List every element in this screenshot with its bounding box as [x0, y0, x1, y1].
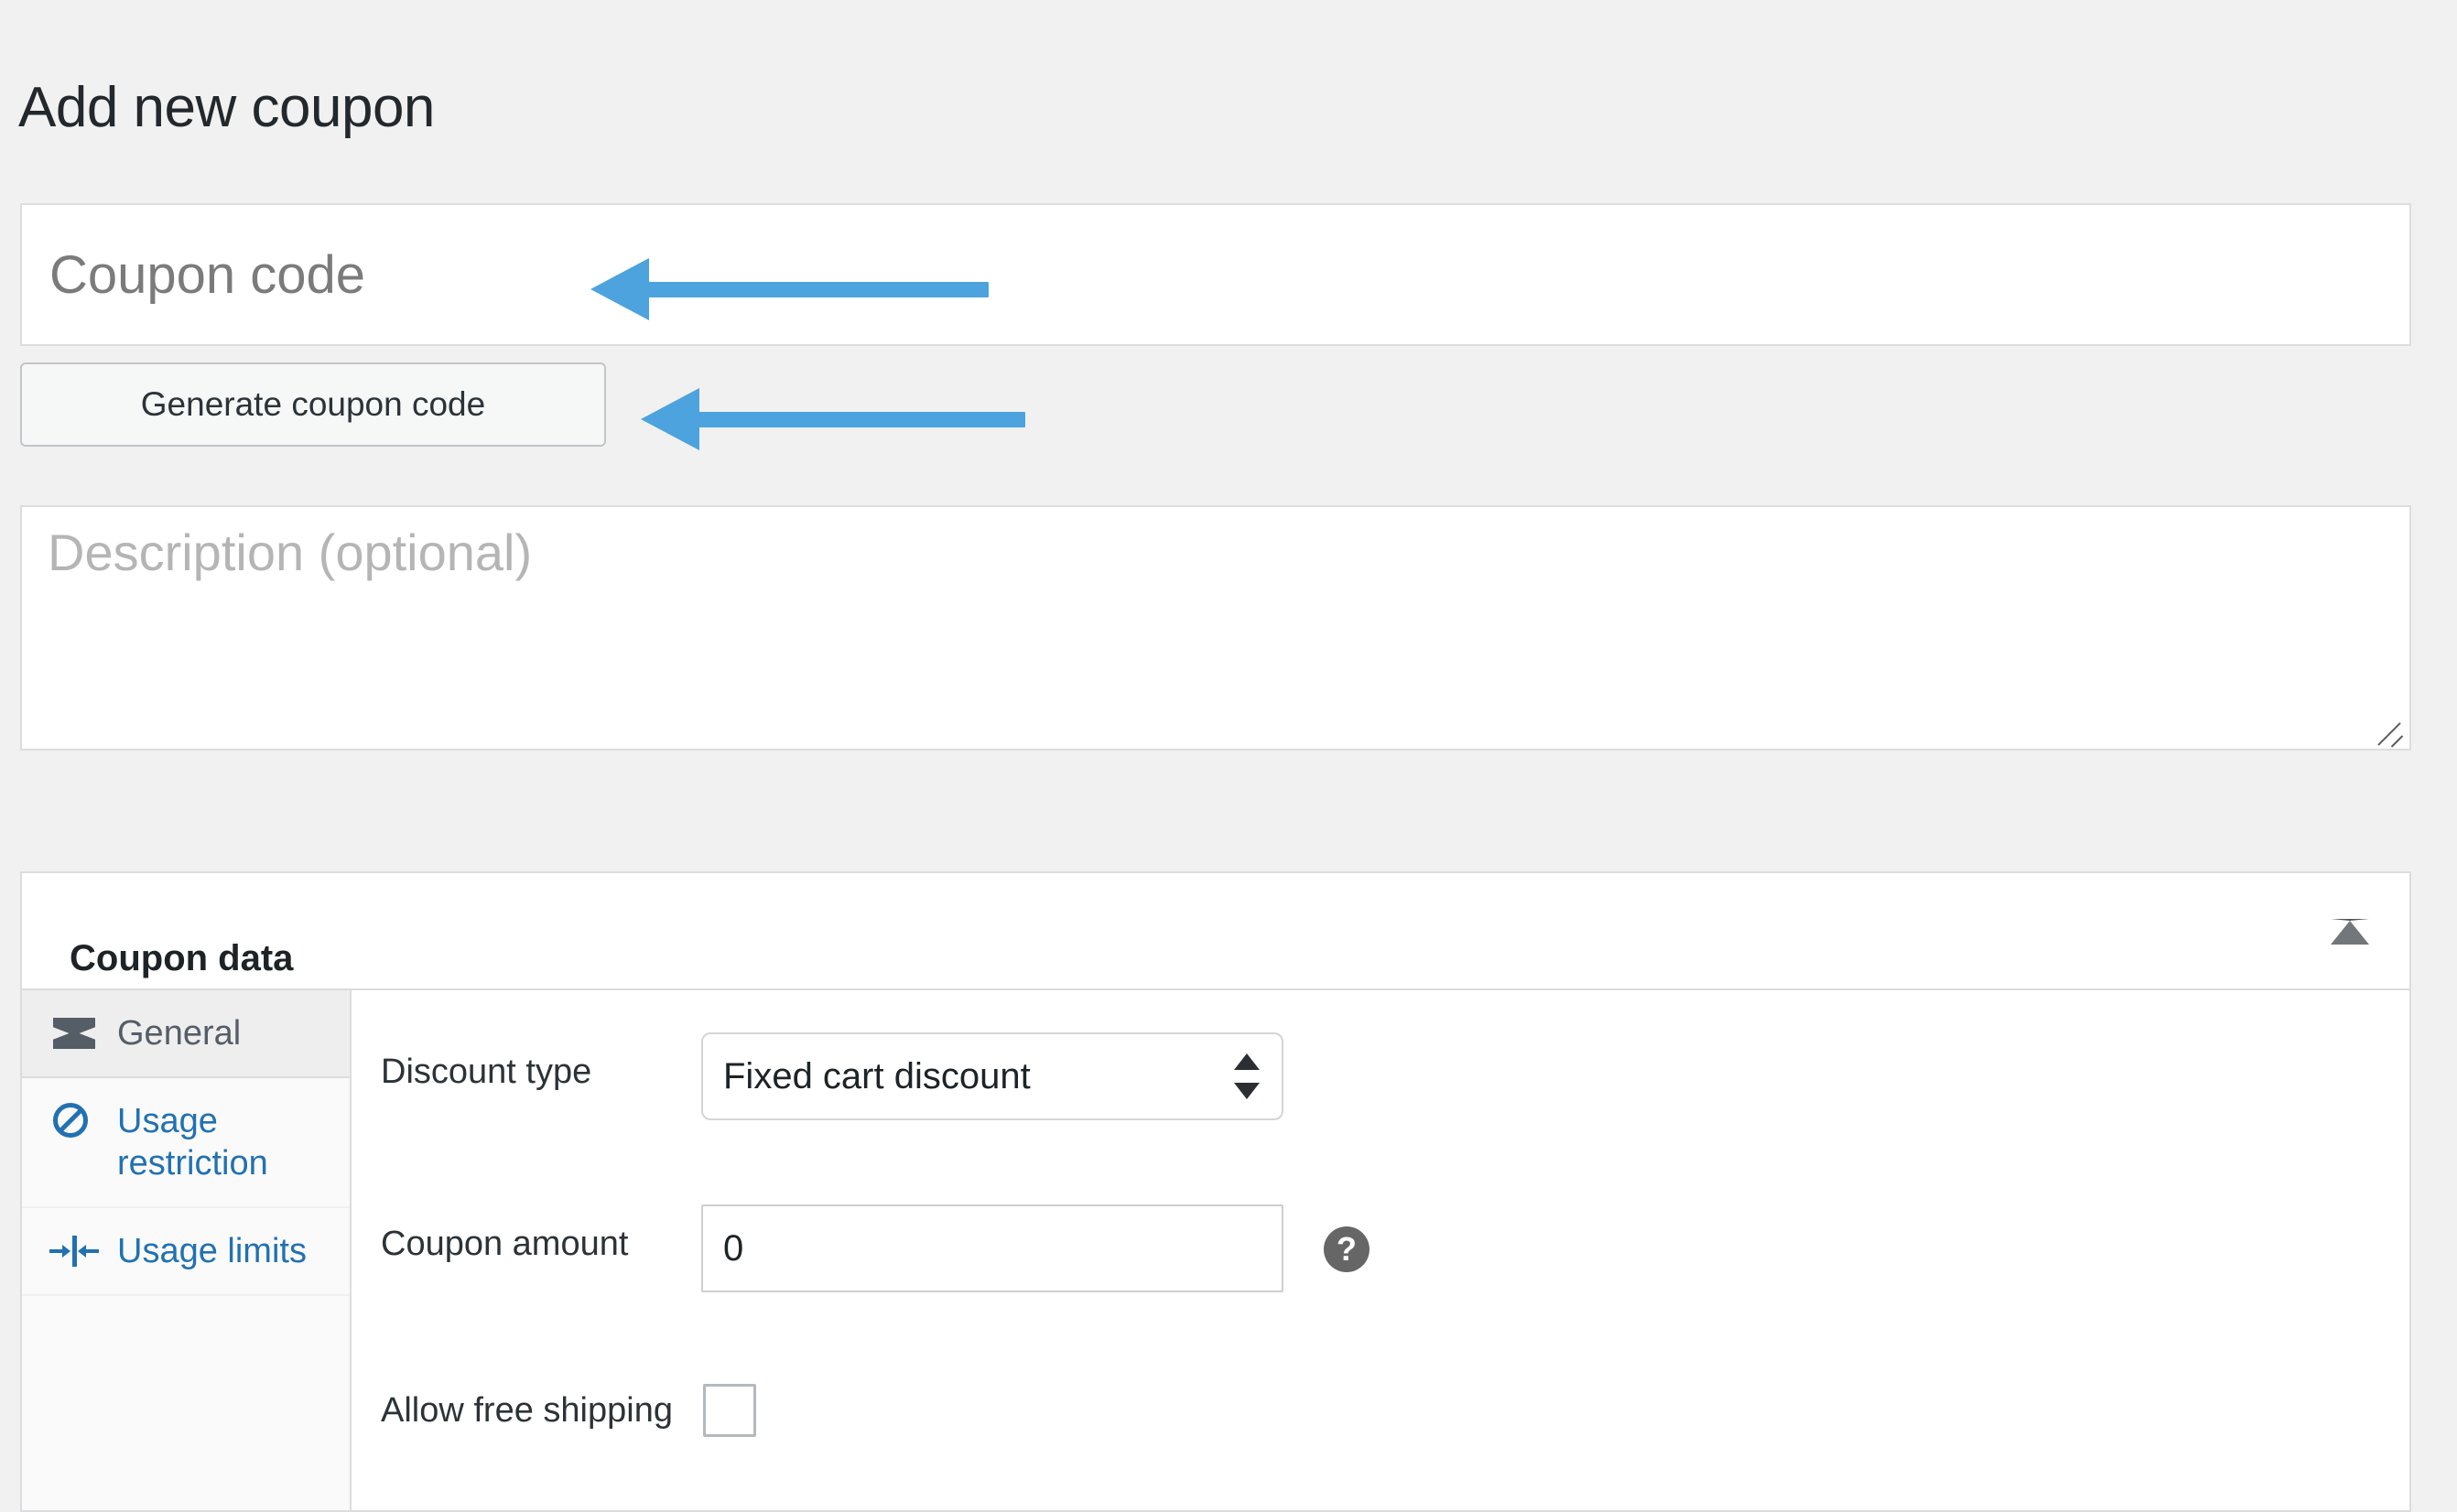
tab-usage-restriction-label: Usage restriction — [117, 1102, 268, 1183]
question-mark-icon[interactable]: ? — [1324, 1226, 1369, 1272]
coupon-data-panel: Coupon data General Usage restriction Us… — [20, 871, 2411, 1512]
coupon-data-panel-header: Coupon data — [22, 873, 2409, 990]
coupon-amount-label: Coupon amount — [381, 1225, 629, 1263]
coupon-code-input[interactable] — [22, 205, 2409, 344]
discount-type-select-wrap[interactable]: Fixed cart discount — [701, 1032, 1283, 1120]
allow-free-shipping-row: Allow free shipping — [352, 1371, 2409, 1463]
usage-limits-icon — [48, 1230, 106, 1272]
tab-general[interactable]: General — [22, 990, 350, 1078]
generate-coupon-code-button[interactable]: Generate coupon code — [20, 362, 606, 447]
general-tab-panel: Discount type Fixed cart discount Coupon… — [352, 990, 2409, 1510]
coupon-code-field[interactable] — [20, 203, 2411, 346]
arrow-shaft — [698, 412, 1025, 427]
description-input[interactable] — [22, 507, 2409, 749]
tab-general-label: General — [117, 1014, 242, 1053]
page-title: Add new coupon — [18, 75, 435, 139]
discount-type-row: Discount type Fixed cart discount — [352, 1032, 2409, 1124]
prohibition-icon — [48, 1100, 106, 1142]
tab-usage-limits[interactable]: Usage limits — [22, 1208, 350, 1296]
triangle-up-icon[interactable] — [2331, 919, 2369, 945]
allow-free-shipping-checkbox[interactable] — [703, 1384, 756, 1437]
annotation-arrow-generate-button — [641, 388, 1025, 450]
discount-type-select[interactable]: Fixed cart discount — [701, 1032, 1283, 1120]
coupon-data-panel-body: General Usage restriction Usage limits D… — [22, 990, 2409, 1510]
coupon-data-title: Coupon data — [70, 938, 294, 979]
allow-free-shipping-label: Allow free shipping — [381, 1391, 673, 1430]
ticket-icon — [48, 1012, 106, 1054]
coupon-amount-input[interactable] — [701, 1204, 1283, 1292]
tab-usage-restriction[interactable]: Usage restriction — [22, 1078, 350, 1208]
discount-type-label: Discount type — [381, 1053, 592, 1091]
tab-usage-limits-label: Usage limits — [117, 1232, 307, 1270]
coupon-data-tab-list: General Usage restriction Usage limits — [22, 990, 352, 1510]
arrow-head — [641, 388, 699, 450]
description-field[interactable] — [20, 505, 2411, 751]
add-new-coupon-page: Add new coupon Generate coupon code Coup… — [0, 0, 2457, 1512]
coupon-amount-row: Coupon amount ? — [352, 1204, 2409, 1296]
